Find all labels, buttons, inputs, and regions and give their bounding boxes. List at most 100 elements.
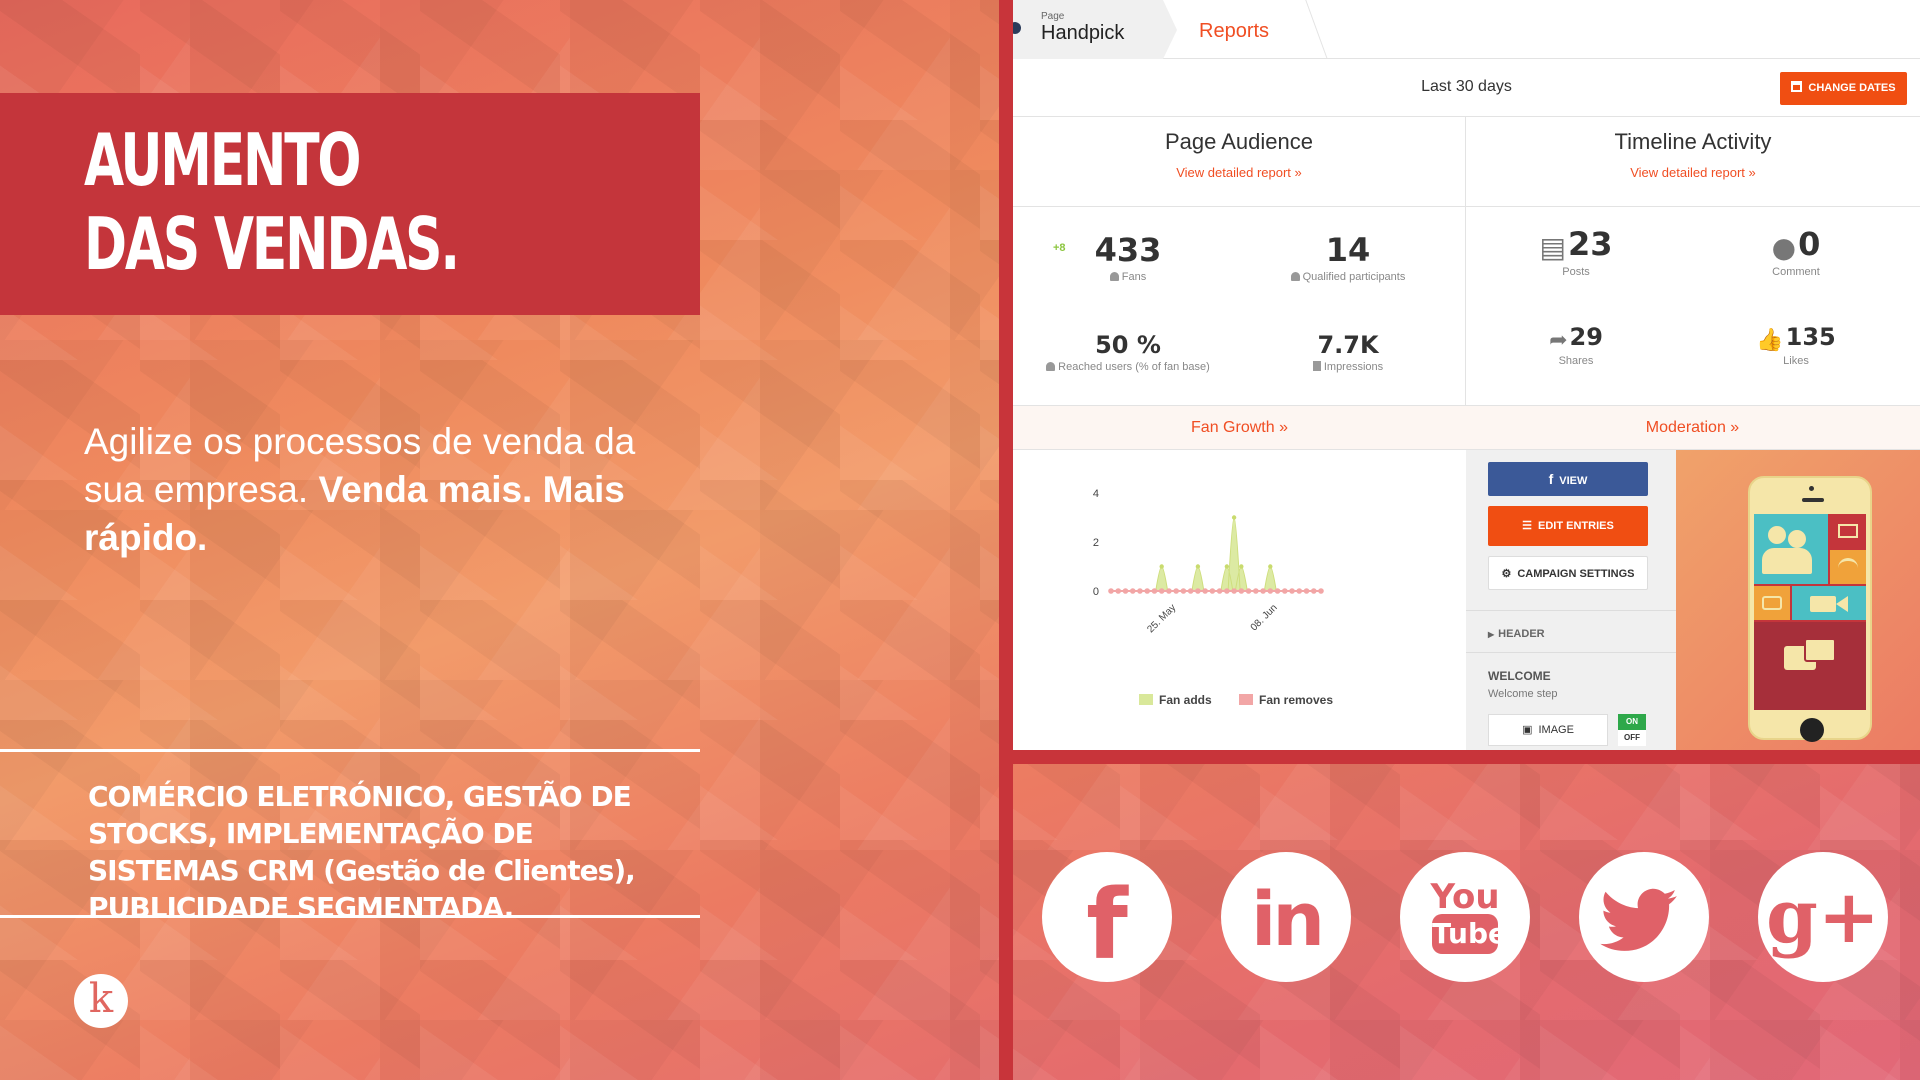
- fan-adds-point: [1239, 564, 1244, 569]
- image-label: IMAGE: [1538, 724, 1574, 736]
- fan-removes-point: [1108, 588, 1114, 594]
- phone-screen: [1754, 514, 1866, 710]
- fan-adds-point: [1231, 515, 1237, 520]
- phone-camera: [1809, 486, 1814, 491]
- campaign-settings-button[interactable]: ⚙ CAMPAIGN SETTINGS: [1488, 556, 1648, 590]
- fan-growth-chart: 0 2 4 25. May 08. Jun Fan adds Fan removes: [1013, 450, 1466, 750]
- qualified-value: 14: [1325, 231, 1371, 269]
- brand-logo: k: [74, 974, 128, 1028]
- legend-swatch: [1139, 694, 1153, 705]
- chart-svg: 0 2 4 25. May 08. Jun Fan adds Fan removes: [1093, 488, 1333, 707]
- shares-label: Shares: [1558, 355, 1594, 367]
- y-tick-label: 2: [1093, 537, 1099, 549]
- gears-icon: ⚙: [1501, 568, 1512, 580]
- calendar-icon: [1791, 81, 1803, 92]
- mail-tile-icon: [1830, 514, 1866, 548]
- fan-removes-point: [1216, 588, 1223, 594]
- image-button[interactable]: ▣ IMAGE: [1488, 714, 1608, 746]
- caret-right-icon: ▶: [1488, 630, 1495, 639]
- tab-moderation[interactable]: Moderation »: [1466, 419, 1919, 437]
- welcome-heading: WELCOME: [1488, 669, 1551, 683]
- fan-removes-point: [1158, 588, 1165, 594]
- fan-removes-point: [1166, 588, 1172, 594]
- headline-line-1: AUMENTO: [84, 118, 361, 202]
- fan-removes-point: [1245, 588, 1252, 594]
- twitter-icon[interactable]: [1579, 852, 1709, 982]
- reached-stat: 50 % Reached users (% of fan base): [1033, 331, 1223, 373]
- fan-removes-point: [1289, 588, 1295, 594]
- fan-adds-point: [1224, 564, 1230, 569]
- fan-removes-point: [1310, 588, 1317, 594]
- edit-entries-button[interactable]: ☰ EDIT ENTRIES: [1488, 506, 1648, 546]
- document-icon: ▤: [1539, 231, 1566, 264]
- qualified-label: Qualified participants: [1302, 271, 1406, 283]
- toggle-on: ON: [1618, 714, 1646, 730]
- header-section-toggle[interactable]: ▶ HEADER: [1488, 628, 1545, 640]
- phone-illustration: [1676, 450, 1920, 750]
- fan-removes-point: [1115, 588, 1122, 594]
- breadcrumb-reports[interactable]: Reports: [1199, 20, 1269, 43]
- likes-stat: 👍135 Likes: [1736, 323, 1856, 367]
- image-icon: ▣: [1522, 724, 1533, 736]
- change-dates-button[interactable]: CHANGE DATES: [1780, 72, 1907, 105]
- breadcrumb-page-name: Handpick: [1041, 22, 1125, 44]
- tab-fan-growth[interactable]: Fan Growth »: [1013, 419, 1466, 437]
- fan-removes-point: [1296, 588, 1303, 594]
- breadcrumb: Page Handpick Reports: [1013, 0, 1920, 59]
- edit-entries-label: EDIT ENTRIES: [1538, 520, 1614, 532]
- image-toggle[interactable]: ON OFF: [1618, 714, 1646, 746]
- separator: [1466, 610, 1676, 611]
- campaign-editor: f VIEW ☰ EDIT ENTRIES ⚙ CAMPAIGN SETTINGS ▶…: [1466, 450, 1676, 750]
- phone-speaker: [1802, 498, 1824, 502]
- fan-removes-point: [1231, 588, 1237, 594]
- fan-removes-point: [1129, 588, 1136, 594]
- breadcrumb-separator: [1163, 0, 1177, 59]
- divider-line: [0, 915, 700, 918]
- person-icon: [1046, 362, 1056, 371]
- fan-removes-point: [1274, 588, 1281, 594]
- camera-tile-icon: [1754, 586, 1790, 620]
- comment-stat: ●0 Comment: [1736, 225, 1856, 278]
- google-plus-icon[interactable]: g+: [1758, 852, 1888, 982]
- smartphone-icon: [1748, 476, 1872, 742]
- fan-removes-point: [1253, 588, 1259, 594]
- facebook-icon: f: [1548, 471, 1554, 487]
- facebook-view-button[interactable]: f VIEW: [1488, 462, 1648, 496]
- fan-removes-point: [1260, 588, 1266, 594]
- toggle-off: OFF: [1618, 730, 1646, 746]
- likes-value: 135: [1785, 323, 1836, 351]
- fan-removes-point: [1122, 588, 1129, 594]
- posts-value: 23: [1567, 225, 1613, 263]
- fans-value: 433: [1094, 231, 1162, 269]
- breadcrumb-page[interactable]: Page Handpick: [1013, 0, 1163, 59]
- horizontal-divider: [1013, 750, 1920, 764]
- timeline-activity-panel: Timeline Activity View detailed report »…: [1466, 117, 1920, 405]
- person-icon: [1109, 272, 1119, 281]
- x-tick-label: 08. Jun: [1249, 602, 1280, 633]
- legend-label: Fan adds: [1159, 693, 1212, 707]
- y-tick-label: 4: [1093, 488, 1099, 500]
- breadcrumb-separator: [1290, 0, 1328, 59]
- shares-stat: ➦29 Shares: [1516, 323, 1636, 367]
- fan-removes-point: [1224, 588, 1230, 594]
- separator: [1466, 652, 1676, 653]
- fans-label: Fans: [1121, 271, 1147, 283]
- services-list: COMÉRCIO ELETRÓNICO, GESTÃO DE STOCKS, I…: [88, 780, 636, 924]
- dashboard-screenshot: Page Handpick Reports Last 30 days CHANG…: [1013, 0, 1920, 750]
- document-icon: [1312, 361, 1321, 371]
- legend-swatch: [1239, 694, 1253, 705]
- youtube-you-text: You: [1430, 877, 1500, 917]
- legend-label: Fan removes: [1259, 693, 1333, 707]
- campaign-settings-label: CAMPAIGN SETTINGS: [1517, 568, 1635, 580]
- linkedin-icon[interactable]: in: [1221, 852, 1351, 982]
- page-avatar: [1013, 22, 1021, 34]
- view-detailed-report-link[interactable]: View detailed report »: [1466, 165, 1920, 180]
- person-icon: [1290, 272, 1300, 281]
- facebook-icon[interactable]: f: [1042, 852, 1172, 982]
- fan-removes-point: [1151, 588, 1158, 594]
- panel-title: Timeline Activity: [1614, 129, 1772, 154]
- view-detailed-report-link[interactable]: View detailed report »: [1013, 165, 1465, 180]
- youtube-icon[interactable]: You Tube: [1400, 852, 1530, 982]
- shares-value: 29: [1569, 323, 1603, 351]
- posts-label: Posts: [1562, 266, 1590, 278]
